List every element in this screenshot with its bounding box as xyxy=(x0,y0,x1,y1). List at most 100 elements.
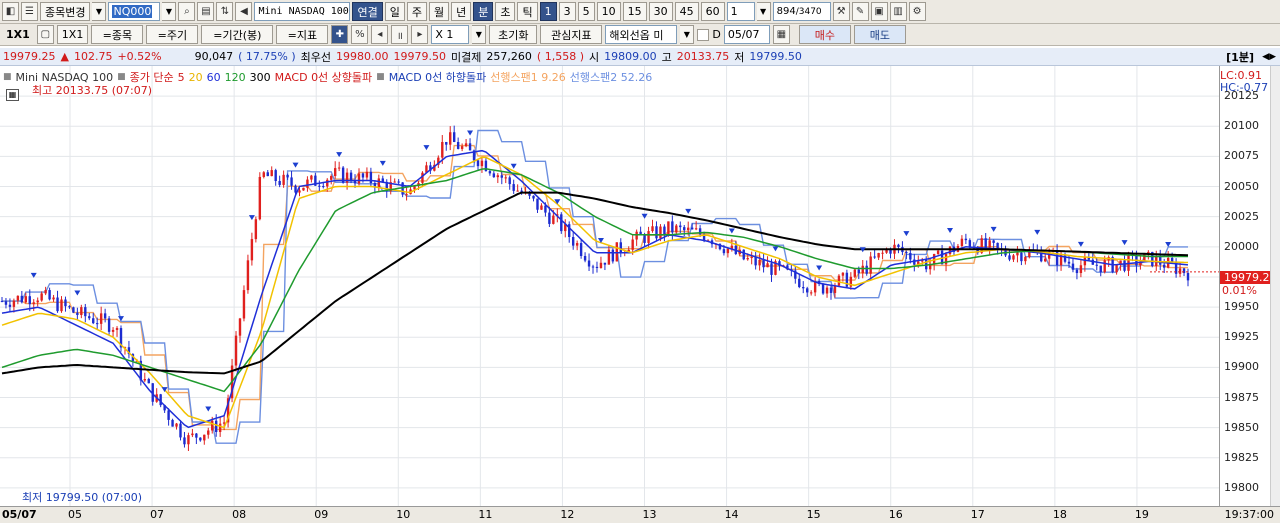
zoom-input[interactable]: X 1 xyxy=(431,25,470,44)
candle-body xyxy=(115,328,119,330)
candle-body xyxy=(679,225,682,228)
interval-1[interactable]: 1 xyxy=(539,2,557,21)
axis-scrollbar[interactable] xyxy=(1270,66,1280,506)
date-input[interactable]: 05/07 xyxy=(723,25,770,44)
candle-body xyxy=(68,306,71,308)
sort-icon[interactable]: ⇅ xyxy=(216,2,234,21)
high-annotation: 최고 20133.75 (07:07) xyxy=(32,84,153,97)
grid-icon[interactable]: ☰ xyxy=(21,2,38,21)
save-icon[interactable]: ▣ xyxy=(870,2,888,21)
time-start-label: 05/07 xyxy=(2,508,37,521)
macd-down-signal xyxy=(685,208,692,214)
settings-icon[interactable]: ⚒ xyxy=(832,2,850,21)
period-tick[interactable]: 틱 xyxy=(517,2,538,21)
quote-open-label: 시 xyxy=(589,50,600,64)
candle-body xyxy=(671,221,674,233)
interval-5[interactable]: 5 xyxy=(577,2,595,21)
candle-body xyxy=(32,302,35,305)
interest-indicator-button[interactable]: 관심지표 xyxy=(540,25,603,44)
symbol-code-dropdown[interactable]: ▼ xyxy=(162,2,177,21)
indicator-sync-button[interactable]: =지표 xyxy=(276,25,329,44)
reset-button[interactable]: 초기화 xyxy=(489,25,538,44)
draw-icon[interactable]: ✎ xyxy=(851,2,869,21)
candle-body xyxy=(770,263,773,275)
crosshair-icon[interactable]: ✚ xyxy=(331,25,349,44)
link-button[interactable]: 연결 xyxy=(352,2,383,21)
window-icon[interactable]: ▢ xyxy=(36,25,54,44)
candle-body xyxy=(111,329,115,332)
candle-body xyxy=(159,394,162,406)
period-second[interactable]: 초 xyxy=(495,2,516,21)
calculator-icon[interactable]: ▤ xyxy=(197,2,215,21)
interval-15[interactable]: 15 xyxy=(622,2,647,21)
percent-icon[interactable]: % xyxy=(351,25,369,44)
symbol-code-input[interactable]: NQ000 xyxy=(108,2,161,21)
macd-down-signal xyxy=(772,246,779,252)
candle-body xyxy=(56,297,59,312)
interval-10[interactable]: 10 xyxy=(596,2,621,21)
symbol-sync-button[interactable]: =종목 xyxy=(91,25,144,44)
period-sync-button[interactable]: =기간(봉) xyxy=(201,25,274,44)
period-month[interactable]: 월 xyxy=(428,2,450,21)
layout-1x1-select[interactable]: 1X1 xyxy=(56,25,89,44)
symbol-change-dropdown[interactable]: ▼ xyxy=(92,2,107,21)
search-icon[interactable]: ⌕ xyxy=(178,2,196,21)
macd-down-signal xyxy=(74,290,81,296)
macd-down-signal xyxy=(1121,240,1128,246)
calendar-icon[interactable]: ▦ xyxy=(772,25,790,44)
layout-1x1-button[interactable]: 1X1 xyxy=(2,25,34,44)
candle-body xyxy=(468,143,472,151)
period-day[interactable]: 일 xyxy=(384,2,405,21)
table-icon[interactable]: ▦ xyxy=(6,89,19,101)
candle-body xyxy=(516,190,519,192)
time-label-12: 18 xyxy=(1052,508,1067,521)
interval-30[interactable]: 30 xyxy=(648,2,673,21)
period-week[interactable]: 주 xyxy=(406,2,427,21)
print-icon[interactable]: ▥ xyxy=(889,2,907,21)
quote-change: 102.75 xyxy=(73,50,113,63)
zoom-dropdown[interactable]: ▼ xyxy=(472,25,487,44)
time-label-11: 17 xyxy=(970,508,985,521)
time-label-9: 15 xyxy=(806,508,821,521)
period-minute[interactable]: 분 xyxy=(473,2,494,21)
cycle-sync-button[interactable]: =주기 xyxy=(146,25,199,44)
symbol-change-button[interactable]: 종목변경 xyxy=(40,2,91,21)
candle-body xyxy=(274,170,277,182)
scroll-arrow-icon[interactable]: ◀▶ xyxy=(1262,52,1276,62)
interval-45[interactable]: 45 xyxy=(674,2,699,21)
interval-3[interactable]: 3 xyxy=(558,2,576,21)
gear-icon[interactable]: ⚙ xyxy=(908,2,926,21)
candle-body xyxy=(750,256,753,259)
candle-body xyxy=(647,231,650,243)
date-checkbox[interactable] xyxy=(697,28,710,41)
main-toolbar: ◧ ☰ 종목변경 ▼ NQ000 ▼ ⌕ ▤ ⇅ ◀ Mini NASDAQ 1… xyxy=(0,0,1280,24)
candle-body xyxy=(310,175,313,180)
interval-dropdown[interactable]: ▼ xyxy=(756,2,771,21)
count-input[interactable]: 894/3470 xyxy=(772,2,831,21)
pause-icon[interactable]: ॥ xyxy=(391,25,409,44)
speaker-icon[interactable]: ◀ xyxy=(235,2,253,21)
interval-input[interactable]: 1 xyxy=(726,2,755,21)
candle-body xyxy=(683,227,686,231)
price-axis[interactable]: LC:0.91 HC:-0.77 20125 20100 20075 20050 200… xyxy=(1219,66,1280,506)
candle-body xyxy=(1016,252,1019,256)
price-chart[interactable] xyxy=(0,66,1280,506)
candle-body xyxy=(24,296,27,303)
period-year[interactable]: 년 xyxy=(451,2,472,21)
buy-button[interactable]: 매수 xyxy=(798,25,851,44)
price-tick-2: 20075 xyxy=(1224,149,1259,163)
candle-body xyxy=(1163,264,1166,268)
overseas-dropdown[interactable]: ▼ xyxy=(680,25,695,44)
interval-60[interactable]: 60 xyxy=(700,2,725,21)
candle-body xyxy=(103,313,107,319)
prev-icon[interactable]: ◂ xyxy=(371,25,389,44)
current-price-label: 19979.25 xyxy=(1220,271,1277,284)
legend-macd-marker: ■ xyxy=(376,72,385,82)
candle-body xyxy=(1115,264,1118,273)
candle-body xyxy=(337,167,341,169)
overseas-select[interactable]: 해외선옵 미 xyxy=(605,25,678,44)
layout-icon[interactable]: ◧ xyxy=(2,2,19,21)
candle-body xyxy=(615,242,619,262)
next-icon[interactable]: ▸ xyxy=(411,25,429,44)
sell-button[interactable]: 매도 xyxy=(853,25,906,44)
